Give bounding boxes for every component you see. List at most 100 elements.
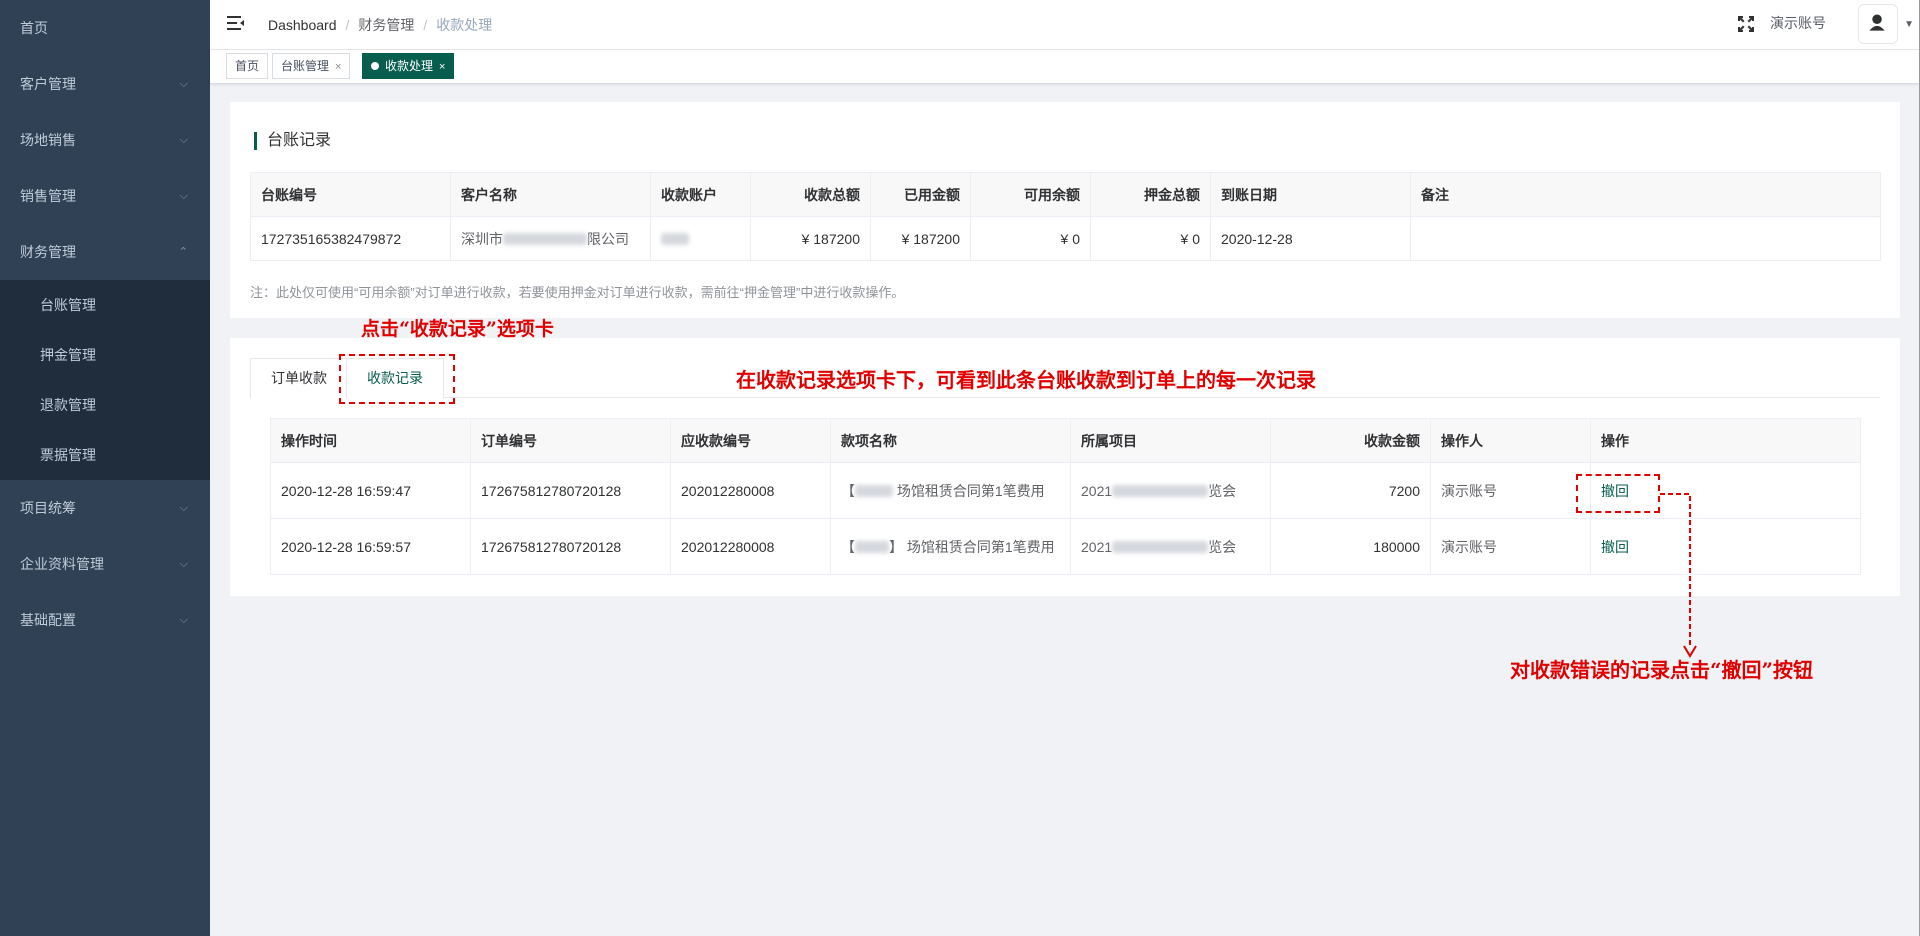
annotation-tab-hint: 点击“收款记录”选项卡 [361, 318, 554, 340]
column-header: 到账日期 [1210, 172, 1411, 217]
column-header: 可用余额 [970, 172, 1091, 217]
column-header: 客户名称 [450, 172, 651, 217]
menu-item-home[interactable]: 首页 [0, 0, 210, 56]
customer-name-prefix: 深圳市 [461, 230, 503, 247]
annotation-revoke-highlight [1576, 474, 1660, 513]
customer-name-suffix: 限公司 [587, 230, 629, 247]
hamburger-icon[interactable] [227, 14, 245, 32]
menu-item-label: 场地销售 [20, 132, 76, 148]
tags-view: 首页 台账管理 × 收款处理 × [210, 50, 1920, 84]
ledger-table: 台账编号 客户名称 收款账户 收款总额 已用金额 可用余额 押金总额 到账日期 … [250, 172, 1881, 261]
redacted-text [661, 232, 689, 245]
column-header: 台账编号 [250, 172, 451, 217]
tag-ledger[interactable]: 台账管理 × [272, 53, 351, 79]
column-header: 款项名称 [830, 418, 1071, 463]
annotation-revoke-hint: 对收款错误的记录点击“撤回”按钮 [1510, 658, 1814, 682]
caret-down-icon[interactable]: ▼ [1904, 19, 1914, 30]
column-header: 备注 [1410, 172, 1881, 217]
tab-order-receipt[interactable]: 订单收款 [250, 358, 348, 398]
menu-item-label: 基础配置 [20, 612, 76, 628]
table-header-row: 台账编号 客户名称 收款账户 收款总额 已用金额 可用余额 押金总额 到账日期 … [250, 172, 1881, 217]
column-header: 已用金额 [870, 172, 971, 217]
tag-label: 台账管理 [281, 59, 330, 73]
menu-item-venue-sales[interactable]: 场地销售 ⌵ [0, 112, 210, 168]
redacted-text [503, 232, 587, 245]
table-row: 2020-12-28 16:59:57 172675812780720128 2… [270, 518, 1861, 575]
submenu-item-refund[interactable]: 退款管理 [0, 380, 210, 430]
breadcrumb-dashboard[interactable]: Dashboard [268, 17, 337, 33]
revoke-button[interactable]: 撤回 [1601, 539, 1629, 555]
redacted-text [1112, 484, 1209, 497]
chevron-down-icon: ⌵ [179, 78, 188, 90]
redacted-text [855, 484, 893, 497]
breadcrumb-separator: / [423, 17, 428, 33]
menu-item-enterprise[interactable]: 企业资料管理 ⌵ [0, 536, 210, 592]
chevron-down-icon: ⌵ [179, 614, 188, 626]
menu-item-label: 首页 [20, 20, 48, 36]
column-header: 操作 [1590, 418, 1861, 463]
breadcrumb-current: 收款处理 [436, 17, 493, 33]
menu-item-finance[interactable]: 财务管理 ⌃ [0, 224, 210, 280]
chevron-down-icon: ⌵ [179, 502, 188, 514]
operator: 演示账号 [1430, 462, 1591, 519]
receivable-number: 202012280008 [670, 518, 831, 575]
submenu-item-deposit[interactable]: 押金管理 [0, 330, 210, 380]
customer-name: 深圳市 限公司 [450, 216, 651, 261]
user-icon [1869, 14, 1885, 31]
tag-home[interactable]: 首页 [226, 53, 269, 79]
chevron-down-icon: ⌵ [179, 558, 188, 570]
annotation-tab-highlight [339, 354, 455, 404]
finance-submenu: 台账管理 押金管理 退款管理 票据管理 [0, 280, 210, 480]
project-suffix: 览会 [1208, 538, 1237, 555]
menu-item-config[interactable]: 基础配置 ⌵ [0, 592, 210, 648]
menu-item-label: 销售管理 [20, 188, 76, 204]
item-prefix: 【 [841, 538, 855, 555]
project-suffix: 览会 [1208, 482, 1237, 499]
item-suffix: 场馆租赁合同第1笔费用 [896, 482, 1045, 499]
tag-label: 首页 [235, 59, 260, 73]
column-header: 收款账户 [650, 172, 751, 217]
operation-time: 2020-12-28 16:59:47 [270, 462, 471, 519]
sidebar: 首页 客户管理 ⌵ 场地销售 ⌵ 销售管理 ⌵ 财务管理 ⌃ 台账管理 押金管理 退款管… [0, 0, 210, 936]
fullscreen-icon[interactable] [1736, 14, 1756, 34]
avatar[interactable] [1858, 4, 1898, 44]
breadcrumb: Dashboard / 财务管理 / 收款处理 [268, 0, 492, 50]
active-dot-icon [371, 62, 379, 70]
payment-item-name: 【 】 场馆租赁合同第1笔费用 [830, 518, 1071, 575]
menu-item-label: 客户管理 [20, 76, 76, 92]
close-icon[interactable]: × [439, 61, 445, 73]
ledger-card: 台账记录 台账编号 客户名称 收款账户 收款总额 已用金额 可用余额 押金总额 … [230, 102, 1900, 318]
project-name: 2021 览会 [1070, 462, 1271, 519]
column-header: 所属项目 [1070, 418, 1271, 463]
annotation-records-hint: 在收款记录选项卡下，可看到此条台账收款到订单上的每一次记录 [736, 368, 1316, 392]
project-prefix: 2021 [1081, 482, 1113, 499]
column-header: 收款总额 [750, 172, 871, 217]
menu-item-label: 财务管理 [20, 244, 76, 260]
menu-item-project[interactable]: 项目统筹 ⌵ [0, 480, 210, 536]
column-header: 操作人 [1430, 418, 1591, 463]
tag-label: 收款处理 [385, 59, 434, 73]
tag-receipt-processing[interactable]: 收款处理 × [362, 53, 455, 79]
payment-item-name: 【 场馆租赁合同第1笔费用 [830, 462, 1071, 519]
used-amount: ¥ 187200 [870, 216, 971, 261]
ledger-note: 注：此处仅可使用“可用余额”对订单进行收款，若要使用押金对订单进行收款，需前往“… [250, 285, 905, 300]
submenu-item-ledger[interactable]: 台账管理 [0, 280, 210, 330]
column-header: 收款金额 [1270, 418, 1431, 463]
deposit-total: ¥ 0 [1090, 216, 1211, 261]
menu-item-customers[interactable]: 客户管理 ⌵ [0, 56, 210, 112]
column-header: 应收款编号 [670, 418, 831, 463]
user-name[interactable]: 演示账号 [1770, 0, 1826, 46]
arrival-date: 2020-12-28 [1210, 216, 1411, 261]
remark [1410, 216, 1881, 261]
menu-item-label: 项目统筹 [20, 500, 76, 516]
table-header-row: 操作时间 订单编号 应收款编号 款项名称 所属项目 收款金额 操作人 操作 [270, 418, 1861, 463]
chevron-down-icon: ⌵ [179, 190, 188, 202]
navbar-right: 演示账号 ▼ [1620, 0, 1920, 50]
receivable-number: 202012280008 [670, 462, 831, 519]
available-balance: ¥ 0 [970, 216, 1091, 261]
close-icon[interactable]: × [335, 61, 341, 73]
operator: 演示账号 [1430, 518, 1591, 575]
menu-item-sales[interactable]: 销售管理 ⌵ [0, 168, 210, 224]
submenu-item-invoice[interactable]: 票据管理 [0, 430, 210, 480]
breadcrumb-separator: / [345, 17, 350, 33]
